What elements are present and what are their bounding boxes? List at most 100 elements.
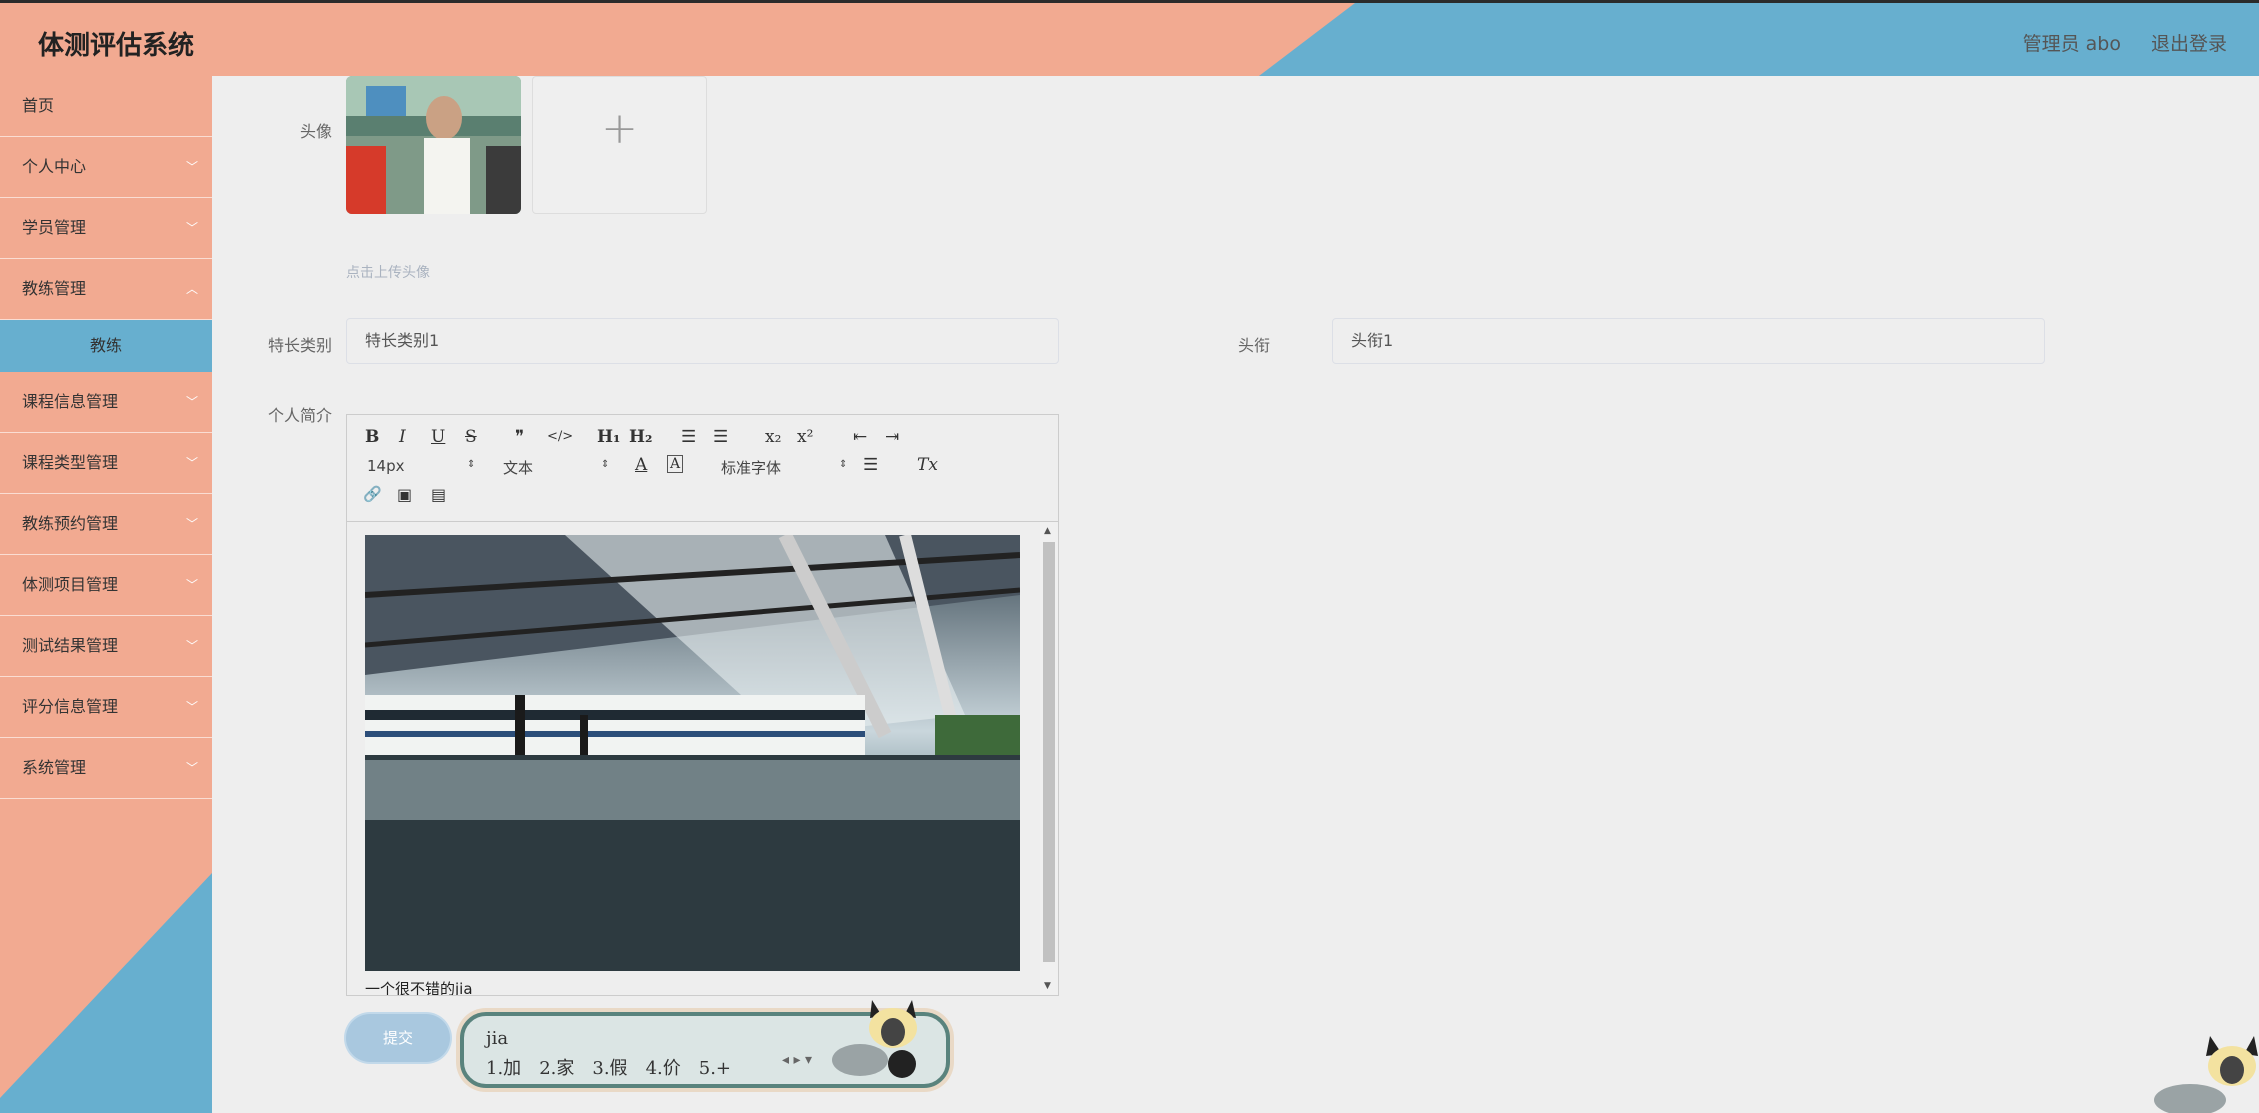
sidebar-subitem-coach[interactable]: 教练 (0, 320, 212, 372)
sidebar-item-coaches[interactable]: 教练管理 ︿ (0, 259, 212, 320)
current-user: 管理员 abo (2022, 33, 2121, 55)
select-arrow-icon: ⇕ (467, 459, 476, 470)
chevron-down-icon: ﹀ (185, 517, 198, 531)
outdent-button[interactable]: ⇤ (853, 427, 867, 447)
sidebar-item-label: 评分信息管理 (22, 697, 119, 716)
intro-label: 个人简介 (267, 406, 332, 425)
sidebar: 首页 个人中心 ﹀ 学员管理 ﹀ 教练管理 ︿ 教练 课程信息管理 ﹀ 课程类型管理 ﹀ … (0, 76, 212, 1113)
font-family-select[interactable]: 标准字体 ⇕ (721, 457, 847, 478)
sidebar-item-label: 个人中心 (22, 157, 87, 176)
avatar-label: 头像 (299, 122, 332, 141)
indent-button[interactable]: ⇥ (885, 427, 899, 447)
sidebar-item-test-results[interactable]: 测试结果管理 ﹀ (0, 616, 212, 677)
editor-content[interactable]: 一个很不错的jia (347, 522, 1037, 995)
bullet-list-button[interactable]: ☰ (713, 427, 728, 447)
h2-button[interactable]: H₂ (629, 427, 653, 447)
chevron-up-icon: ︿ (185, 282, 198, 296)
scroll-up-icon[interactable]: ▲ (1044, 526, 1051, 536)
header-select[interactable]: 文本 ⇕ (503, 457, 609, 478)
chevron-down-icon: ﹀ (185, 700, 198, 714)
quote-button[interactable]: ❞ (515, 427, 524, 447)
header-value: 文本 (503, 459, 534, 477)
sidebar-item-home[interactable]: 首页 (0, 76, 212, 137)
train-station-photo (365, 535, 1020, 971)
editor-scrollbar[interactable]: ▲ ▼ (1040, 522, 1058, 995)
mascot-cat-corner-icon (2154, 1036, 2258, 1113)
sidebar-item-label: 教练管理 (22, 279, 87, 298)
select-arrow-icon: ⇕ (839, 459, 848, 470)
avatar-photo (346, 76, 521, 214)
image-button[interactable]: ▣ (397, 485, 412, 504)
sidebar-item-label: 学员管理 (22, 218, 87, 237)
header-salmon-band (0, 3, 1355, 76)
ime-candidate-list: 1.加 2.家 3.假 4.价 5.+ (486, 1054, 749, 1080)
top-header: 体测评估系统 管理员 abo 退出登录 (0, 0, 2259, 76)
clean-format-button[interactable]: Tx (917, 455, 938, 475)
font-family-value: 标准字体 (721, 459, 782, 477)
sidebar-item-course-info[interactable]: 课程信息管理 ﹀ (0, 372, 212, 433)
chevron-down-icon: ﹀ (185, 395, 198, 409)
sidebar-item-students[interactable]: 学员管理 ﹀ (0, 198, 212, 259)
align-button[interactable]: ☰ (863, 455, 878, 475)
ime-candidate[interactable]: 1.加 (486, 1058, 521, 1079)
link-button[interactable]: 🔗 (363, 485, 382, 503)
underline-button[interactable]: U (431, 427, 445, 447)
scroll-down-icon[interactable]: ▼ (1044, 981, 1051, 991)
sidebar-item-course-types[interactable]: 课程类型管理 ﹀ (0, 433, 212, 494)
video-button[interactable]: ▤ (431, 485, 446, 504)
sidebar-item-profile[interactable]: 个人中心 ﹀ (0, 137, 212, 198)
ime-candidate[interactable]: 3.假 (592, 1058, 627, 1079)
specialty-input[interactable]: 特长类别1 (346, 318, 1059, 364)
h1-button[interactable]: H₁ (597, 427, 621, 447)
sidebar-item-label: 系统管理 (22, 758, 87, 777)
editor-toolbar: B I U S ❞ </> H₁ H₂ ☰ ☰ x₂ x² ⇤ ⇥ 14px ⇕ … (347, 415, 1058, 522)
ime-page-nav-icon[interactable]: ◂ ▸ ▾ (782, 1052, 812, 1068)
sidebar-item-label: 课程类型管理 (22, 453, 119, 472)
superscript-button[interactable]: x² (797, 427, 813, 447)
main-content: 头像 + 点击上传头像 特长类别 特长类别1 头衔 头衔1 个人简介 B I U… (212, 76, 2259, 1113)
ime-composition: jia (486, 1028, 509, 1049)
ime-candidate[interactable]: 4.价 (646, 1058, 681, 1079)
app-title: 体测评估系统 (38, 31, 195, 61)
chevron-down-icon: ﹀ (185, 639, 198, 653)
chevron-down-icon: ﹀ (185, 578, 198, 592)
sidebar-item-label: 教练预约管理 (22, 514, 119, 533)
sidebar-decoration (0, 873, 212, 1113)
sidebar-item-label: 测试结果管理 (22, 636, 119, 655)
sidebar-item-system[interactable]: 系统管理 ﹀ (0, 738, 212, 799)
code-button[interactable]: </> (547, 429, 573, 444)
sidebar-item-test-items[interactable]: 体测项目管理 ﹀ (0, 555, 212, 616)
upload-hint: 点击上传头像 (346, 265, 430, 281)
subscript-button[interactable]: x₂ (765, 427, 781, 447)
editor-text: 一个很不错的jia (365, 980, 473, 995)
select-arrow-icon: ⇕ (601, 459, 610, 470)
bold-button[interactable]: B (365, 427, 379, 447)
sidebar-item-label: 课程信息管理 (22, 392, 119, 411)
chevron-down-icon: ﹀ (185, 761, 198, 775)
sidebar-item-label: 首页 (22, 96, 55, 115)
logout-link[interactable]: 退出登录 (2151, 29, 2227, 56)
submit-button[interactable]: 提交 (346, 1014, 450, 1062)
strike-button[interactable]: S (465, 427, 477, 447)
sidebar-item-coach-booking[interactable]: 教练预约管理 ﹀ (0, 494, 212, 555)
text-color-button[interactable]: A (635, 455, 647, 475)
avatar-image[interactable] (346, 76, 521, 214)
title-label: 头衔 (1237, 336, 1270, 355)
avatar-upload-button[interactable]: + (532, 76, 707, 214)
chevron-down-icon: ﹀ (185, 160, 198, 174)
ordered-list-button[interactable]: ☰ (681, 427, 696, 447)
font-size-select[interactable]: 14px ⇕ (367, 457, 475, 475)
sidebar-item-scores[interactable]: 评分信息管理 ﹀ (0, 677, 212, 738)
ime-candidate[interactable]: 2.家 (539, 1058, 574, 1079)
chevron-down-icon: ﹀ (185, 221, 198, 235)
font-size-value: 14px (367, 457, 405, 475)
italic-button[interactable]: I (399, 427, 406, 447)
rich-text-editor[interactable]: B I U S ❞ </> H₁ H₂ ☰ ☰ x₂ x² ⇤ ⇥ 14px ⇕ … (346, 414, 1059, 996)
sidebar-item-label: 体测项目管理 (22, 575, 119, 594)
ime-candidate[interactable]: 5.+ (699, 1058, 731, 1079)
background-color-button[interactable]: A (667, 455, 684, 473)
scrollbar-thumb[interactable] (1043, 542, 1055, 962)
plus-icon: + (601, 103, 638, 154)
specialty-label: 特长类别 (267, 336, 332, 355)
title-input[interactable]: 头衔1 (1332, 318, 2045, 364)
